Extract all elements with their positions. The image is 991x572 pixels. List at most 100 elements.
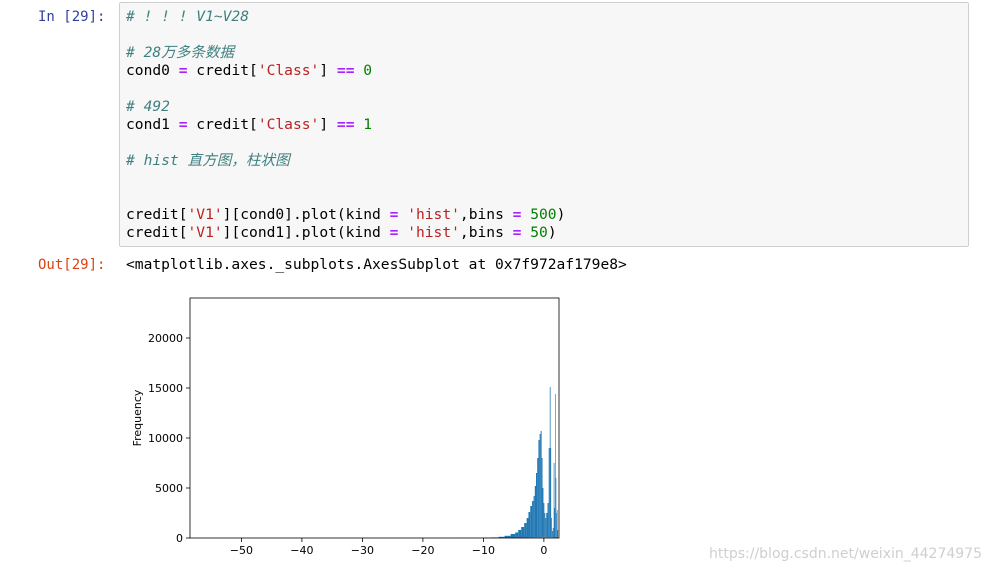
x-tick-label: −30 (351, 544, 374, 557)
code-token-txt: ][cond0].plot(kind (222, 206, 390, 223)
code-token-str: 'V1' (187, 224, 223, 241)
code-line: credit['V1'][cond1].plot(kind = 'hist',b… (126, 224, 565, 242)
histogram-bar (541, 458, 543, 538)
code-token-txt: cond0 (126, 62, 179, 79)
output-text: <matplotlib.axes._subplots.AxesSubplot a… (126, 256, 627, 273)
histogram-bar (521, 527, 525, 538)
code-token-txt: ] (319, 62, 337, 79)
histogram-bar (536, 473, 538, 538)
plot-frame (189, 297, 560, 539)
histogram-bar (546, 513, 548, 538)
histogram-bar (532, 501, 534, 538)
histogram-bar (557, 530, 559, 538)
histogram-bar (549, 387, 551, 538)
y-tick-label: 10000 (148, 432, 183, 445)
histogram-bar (543, 503, 545, 538)
code-line: # ! ! ! V1~V28 (126, 8, 565, 26)
code-token-txt: ) (556, 206, 566, 223)
code-token-op: = (178, 62, 188, 79)
x-tick-label: −10 (472, 544, 495, 557)
histogram-bar (542, 488, 544, 538)
histogram-bar (534, 486, 537, 538)
histogram-bar (518, 530, 522, 538)
histogram-bar (538, 440, 540, 538)
code-line: # hist 直方图，柱状图 (126, 152, 565, 170)
histogram-bar (530, 506, 533, 538)
code-token-op: = (178, 116, 188, 133)
histogram-bar (551, 518, 552, 538)
histogram-bar (552, 528, 554, 538)
watermark: https://blog.csdn.net/weixin_44274975 (708, 546, 982, 562)
y-tick-label: 15000 (148, 382, 183, 395)
code-line: credit['V1'][cond0].plot(kind = 'hist',b… (126, 206, 565, 224)
code-token-txt: credit[ (126, 224, 188, 241)
code-token-txt: ] (319, 116, 337, 133)
code-token-txt: ][cond1].plot(kind (222, 224, 390, 241)
code-token-op: == (336, 116, 355, 133)
histogram-bar (556, 510, 558, 538)
code-token-str: 'Class' (257, 116, 320, 133)
histogram-bar (540, 431, 542, 538)
code-token-com: # ! ! ! V1~V28 (126, 8, 250, 25)
y-tick-label: 0 (176, 532, 183, 545)
histogram-bar (554, 508, 556, 538)
histogram-bar (544, 513, 546, 538)
histogram-bar (515, 532, 519, 538)
histogram-bar (551, 531, 553, 538)
histogram-bar (555, 394, 556, 538)
histogram-bar (550, 448, 552, 538)
histogram-bar (556, 513, 557, 538)
code-token-txt: credit[ (126, 206, 188, 223)
histogram-bar (545, 518, 547, 538)
code-token-txt: ,bins (459, 206, 513, 223)
histogram-bar (537, 458, 539, 538)
histogram-bar (524, 523, 527, 538)
code-line: # 28万多条数据 (126, 44, 565, 62)
y-tick-label: 5000 (155, 482, 183, 495)
code-token-com: # 492 (126, 98, 170, 115)
histogram-bar (555, 478, 557, 538)
histogram-bar (528, 512, 531, 538)
histogram-chart: −50 −40 −30 −20 −10 0 0 5000 10000 15000 20000 Freq… (131, 297, 560, 557)
histogram-bar (539, 434, 541, 538)
code-token-num: 1 (363, 116, 373, 133)
code-token-txt: ,bins (459, 224, 513, 241)
histogram-bar (547, 503, 549, 538)
x-tick-label: −20 (411, 544, 434, 557)
code-token-str: 'hist' (407, 206, 460, 223)
histogram-bar (553, 463, 555, 538)
y-axis-label: Frequency (131, 389, 144, 446)
x-tick-label: −40 (290, 544, 313, 557)
code-token-txt: ) (547, 224, 557, 241)
histogram-bar (510, 534, 516, 538)
output-prompt: Out[29]: (38, 257, 106, 273)
x-tick-label: −50 (230, 544, 253, 557)
code-token-txt: cond1 (126, 116, 179, 133)
code-token-com: # 28万多条数据 (126, 44, 235, 61)
code-token-str: 'hist' (407, 224, 460, 241)
histogram-bar (533, 496, 535, 538)
code-line: cond1 = credit['Class'] == 1 (126, 116, 565, 134)
code-token-com: # hist 直方图，柱状图 (126, 152, 290, 169)
histogram-bar (526, 518, 529, 538)
code-editor[interactable]: # ! ! ! V1~V28 # 28万多条数据 cond0 = credit['… (126, 8, 565, 242)
code-token-num: 0 (363, 62, 373, 79)
code-line: # 492 (126, 98, 565, 116)
histogram-bar (548, 448, 550, 538)
code-line: cond0 = credit['Class'] == 0 (126, 62, 565, 80)
code-token-txt: credit[ (187, 116, 258, 133)
code-token-num: 500 (530, 206, 557, 223)
code-token-str: 'Class' (257, 62, 320, 79)
code-token-num: 50 (530, 224, 548, 241)
input-prompt: In [29]: (38, 9, 106, 25)
